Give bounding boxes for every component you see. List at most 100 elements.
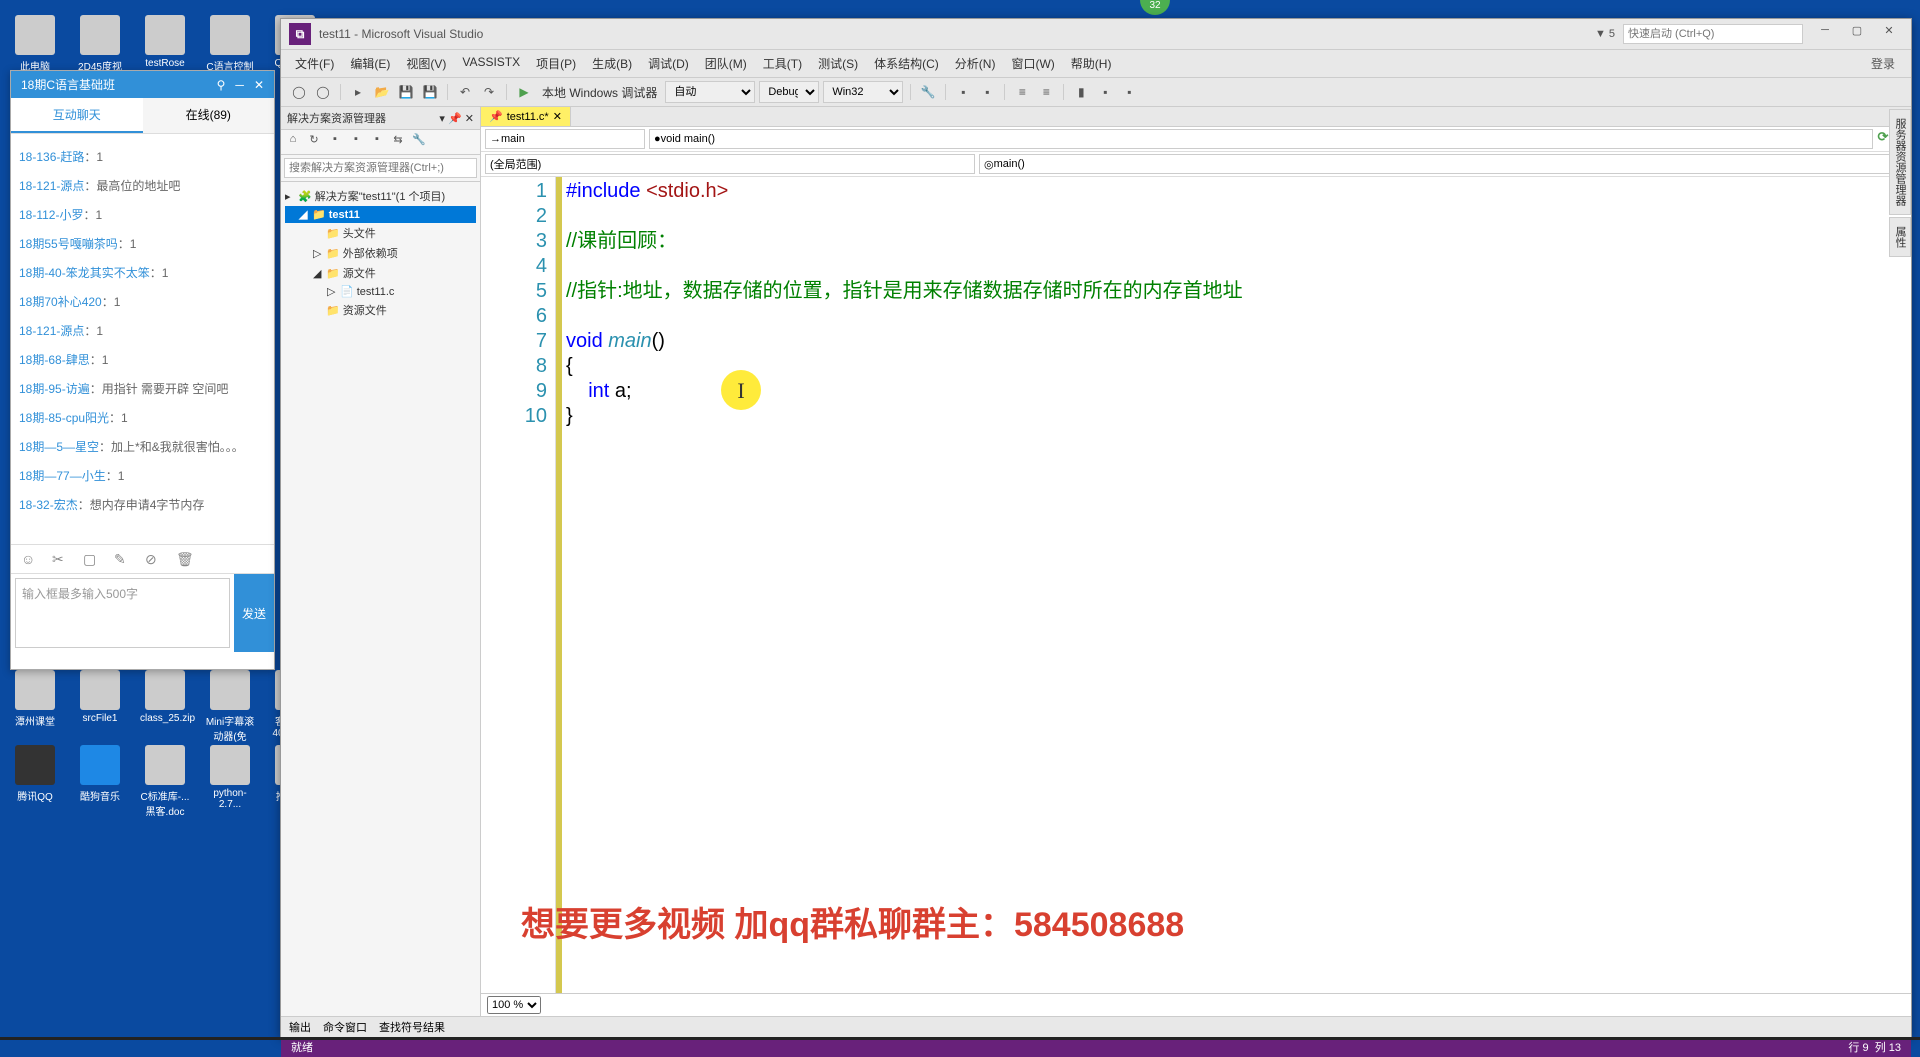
solution-tree[interactable]: ▸🧩 解决方案"test11"(1 个项目) ◢📁 test11 📁 头文件 ▷… <box>281 182 480 1016</box>
refresh-icon[interactable]: ↻ <box>305 133 323 151</box>
message-input[interactable]: 输入框最多输入500字 <box>15 578 230 648</box>
minimize-icon[interactable]: ─ <box>1811 24 1839 44</box>
menu-item[interactable]: 体系结构(C) <box>868 52 945 75</box>
tab-output[interactable]: 输出 <box>289 1019 311 1035</box>
maximize-icon[interactable]: ▢ <box>1843 24 1871 44</box>
tree-file[interactable]: ▷📄 test11.c <box>285 283 476 300</box>
dropdown-icon[interactable]: ▾ <box>439 113 445 125</box>
code-text[interactable]: #include <stdio.h> //课前回顾： //指针:地址，数据存储的… <box>562 177 1911 993</box>
tab-server-explorer[interactable]: 服务器资源管理器 <box>1889 109 1911 215</box>
tab-properties[interactable]: 属性 <box>1889 217 1911 257</box>
status-text: 就绪 <box>291 1039 313 1055</box>
block-icon[interactable]: ⊘ <box>145 551 161 567</box>
outdent-icon[interactable]: ≡ <box>1036 82 1056 102</box>
tree-folder-resource[interactable]: 📁 资源文件 <box>285 300 476 320</box>
nav-fwd-icon[interactable]: ◯ <box>313 82 333 102</box>
explorer-search-input[interactable] <box>284 158 477 178</box>
tab-online[interactable]: 在线(89) <box>143 98 275 133</box>
desktop-icon[interactable]: C标准库-...黑客.doc <box>140 745 190 818</box>
properties-icon[interactable]: 🔧 <box>410 133 428 151</box>
menu-item[interactable]: 文件(F) <box>289 52 340 75</box>
indent-icon[interactable]: ≡ <box>1012 82 1032 102</box>
home-icon[interactable]: ⌂ <box>284 133 302 151</box>
close-icon[interactable]: ✕ <box>254 78 264 92</box>
collapse-icon[interactable]: ⇆ <box>389 133 407 151</box>
menu-item[interactable]: VASSISTX <box>456 52 526 75</box>
debug-target-label[interactable]: 本地 Windows 调试器 <box>542 84 657 101</box>
code-editor[interactable]: 12345678910 #include <stdio.h> //课前回顾： /… <box>481 177 1911 993</box>
close-icon[interactable]: ✕ <box>1875 24 1903 44</box>
pin-icon[interactable]: 📌 <box>448 113 462 125</box>
send-button[interactable]: 发送 <box>234 574 274 652</box>
minimize-icon[interactable]: ─ <box>235 78 244 92</box>
desktop-icon[interactable]: python-2.7... <box>205 745 255 818</box>
trash-icon[interactable]: 🗑 <box>176 551 192 567</box>
file-tab[interactable]: 📌 test11.c* ✕ <box>481 107 571 126</box>
visual-studio-window: ⧉ test11 - Microsoft Visual Studio ▼ 5 ─… <box>280 18 1912 1037</box>
tree-folder-source[interactable]: ◢📁 源文件 <box>285 263 476 283</box>
menu-item[interactable]: 视图(V) <box>400 52 452 75</box>
notification-count[interactable]: ▼ 5 <box>1595 28 1615 40</box>
desktop-icon[interactable]: 腾讯QQ <box>10 745 60 818</box>
chat-message: 18-136-赶路：1 <box>19 142 266 171</box>
menu-item[interactable]: 项目(P) <box>530 52 582 75</box>
debug-dropdown[interactable]: Debug <box>759 81 819 103</box>
menu-item[interactable]: 分析(N) <box>949 52 1002 75</box>
edit-icon[interactable]: ✎ <box>114 551 130 567</box>
tab-find-results[interactable]: 查找符号结果 <box>379 1019 445 1035</box>
config-dropdown[interactable]: 自动 <box>665 81 755 103</box>
tree-folder-headers[interactable]: 📁 头文件 <box>285 223 476 243</box>
tree-solution[interactable]: ▸🧩 解决方案"test11"(1 个项目) <box>285 186 476 206</box>
tree-project[interactable]: ◢📁 test11 <box>285 206 476 223</box>
tab-chat[interactable]: 互动聊天 <box>11 98 143 133</box>
tool-icon[interactable]: ▪ <box>326 133 344 151</box>
login-link[interactable]: 登录 <box>1863 52 1903 75</box>
image-icon[interactable]: ▢ <box>83 551 99 567</box>
qq-message-list[interactable]: 18-136-赶路：118-121-源点：最高位的地址吧18-112-小罗：11… <box>11 134 274 544</box>
save-icon[interactable]: 💾 <box>396 82 416 102</box>
vs-titlebar[interactable]: ⧉ test11 - Microsoft Visual Studio ▼ 5 ─… <box>281 19 1911 50</box>
menu-item[interactable]: 工具(T) <box>757 52 808 75</box>
scissors-icon[interactable]: ✂ <box>52 551 68 567</box>
open-icon[interactable]: 📂 <box>372 82 392 102</box>
tool-icon[interactable]: ▪ <box>1119 82 1139 102</box>
play-icon[interactable]: ▶ <box>514 82 534 102</box>
zoom-dropdown[interactable]: 100 % <box>487 996 541 1014</box>
bookmark-icon[interactable]: ▮ <box>1071 82 1091 102</box>
menu-item[interactable]: 测试(S) <box>812 52 864 75</box>
pin-icon[interactable]: 📌 <box>489 110 503 123</box>
close-icon[interactable]: ✕ <box>553 110 562 123</box>
platform-dropdown[interactable]: Win32 <box>823 81 903 103</box>
tab-command[interactable]: 命令窗口 <box>323 1019 367 1035</box>
menu-item[interactable]: 生成(B) <box>586 52 638 75</box>
menu-item[interactable]: 编辑(E) <box>344 52 396 75</box>
chat-message: 18期70补心420：1 <box>19 287 266 316</box>
scope-dropdown[interactable]: (全局范围) <box>485 154 975 174</box>
save-all-icon[interactable]: 💾 <box>420 82 440 102</box>
nav-member-dropdown[interactable]: ● void main() <box>649 129 1873 149</box>
tool-icon[interactable]: ▪ <box>347 133 365 151</box>
tree-folder-external[interactable]: ▷📁 外部依赖项 <box>285 243 476 263</box>
undo-icon[interactable]: ↶ <box>455 82 475 102</box>
menu-item[interactable]: 调试(D) <box>642 52 695 75</box>
quick-launch-input[interactable] <box>1623 24 1803 44</box>
tool-icon[interactable]: ▪ <box>953 82 973 102</box>
tool-icon[interactable]: ▪ <box>977 82 997 102</box>
menu-item[interactable]: 窗口(W) <box>1005 52 1060 75</box>
vs-logo-icon: ⧉ <box>289 23 311 45</box>
qq-titlebar[interactable]: 18期C语言基础班 ⚲ ─ ✕ <box>11 71 274 98</box>
nav-back-icon[interactable]: ◯ <box>289 82 309 102</box>
tool-icon[interactable]: ▪ <box>368 133 386 151</box>
menu-item[interactable]: 帮助(H) <box>1065 52 1118 75</box>
pin-icon[interactable]: ⚲ <box>217 78 226 92</box>
nav-scope-dropdown[interactable]: → main <box>485 129 645 149</box>
menu-item[interactable]: 团队(M) <box>699 52 753 75</box>
emoji-icon[interactable]: ☺ <box>21 551 37 567</box>
redo-icon[interactable]: ↷ <box>479 82 499 102</box>
tool-icon[interactable]: 🔧 <box>918 82 938 102</box>
new-icon[interactable]: ▸ <box>348 82 368 102</box>
tool-icon[interactable]: ▪ <box>1095 82 1115 102</box>
member-dropdown[interactable]: ◎ main() <box>979 154 1907 174</box>
close-icon[interactable]: ✕ <box>465 113 474 125</box>
desktop-icon[interactable]: 酷狗音乐 <box>75 745 125 818</box>
